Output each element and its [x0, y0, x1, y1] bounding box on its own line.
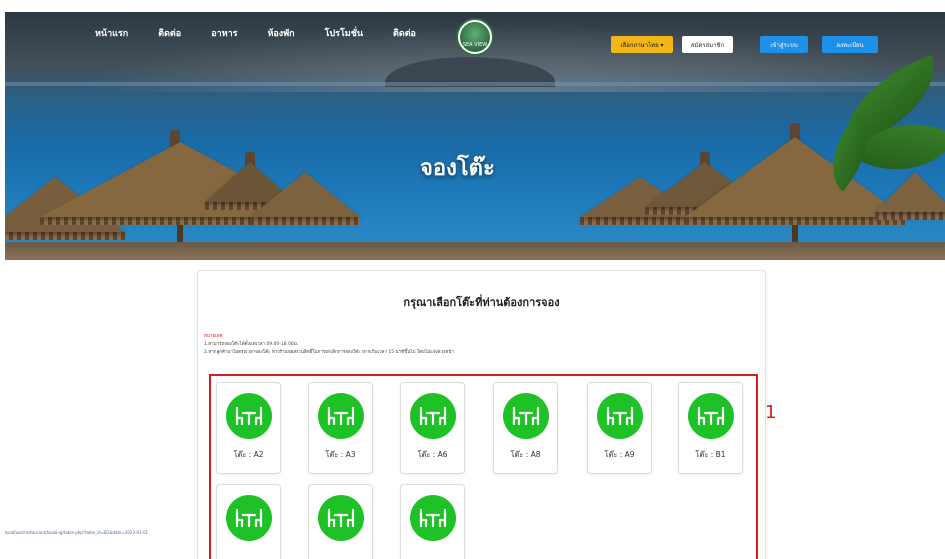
page-title: จองโต๊ะ [420, 156, 495, 181]
beach-umbrella [250, 172, 360, 225]
login-button[interactable]: เข้าสู่ระบบ [760, 36, 808, 53]
nav-item-promotion[interactable]: โปรโมชั่น [325, 26, 363, 40]
sand [5, 242, 945, 260]
status-bar-url: localhost/restaurant/booking/table.php?t… [5, 530, 149, 535]
nav-item-contact[interactable]: ติดต่อ [158, 26, 181, 40]
nav-item-contact-2[interactable]: ติดต่อ [393, 26, 416, 40]
site-logo[interactable]: SEA VIEW [456, 18, 494, 56]
signup-button[interactable]: สมัครสมาชิก [682, 36, 733, 53]
annotation-number: 1 [765, 402, 777, 423]
logo-emblem: SEA VIEW [460, 22, 490, 52]
booking-heading: กรุณาเลือกโต๊ะที่ท่านต้องการจอง [403, 296, 560, 309]
main-nav: หน้าแรก ติดต่อ อาหาร ห้องพัก โปรโมชั่น ต… [95, 26, 416, 40]
remark-line: 1.สามารถจองโต๊ะได้ตั้งแต่เวลา 09.00-18.0… [204, 342, 299, 347]
nav-item-food[interactable]: อาหาร [211, 26, 237, 40]
annotation-box [209, 374, 758, 559]
remark-line: 2.หากลูกค้ามาไม่ตรงเวลาจองโต๊ะ ทางร้านขอ… [204, 350, 454, 355]
nav-item-home[interactable]: หน้าแรก [95, 26, 128, 40]
palm-leaves [795, 54, 945, 260]
remark-title: หมายเหตุ [204, 334, 223, 339]
nav-item-rooms[interactable]: ห้องพัก [267, 26, 294, 40]
logo-text: SEA VIEW [462, 42, 488, 48]
register-button[interactable]: ลงทะเบียน [822, 36, 878, 53]
language-select-button[interactable]: เลือกภาษาไทย ▾ [611, 36, 673, 53]
